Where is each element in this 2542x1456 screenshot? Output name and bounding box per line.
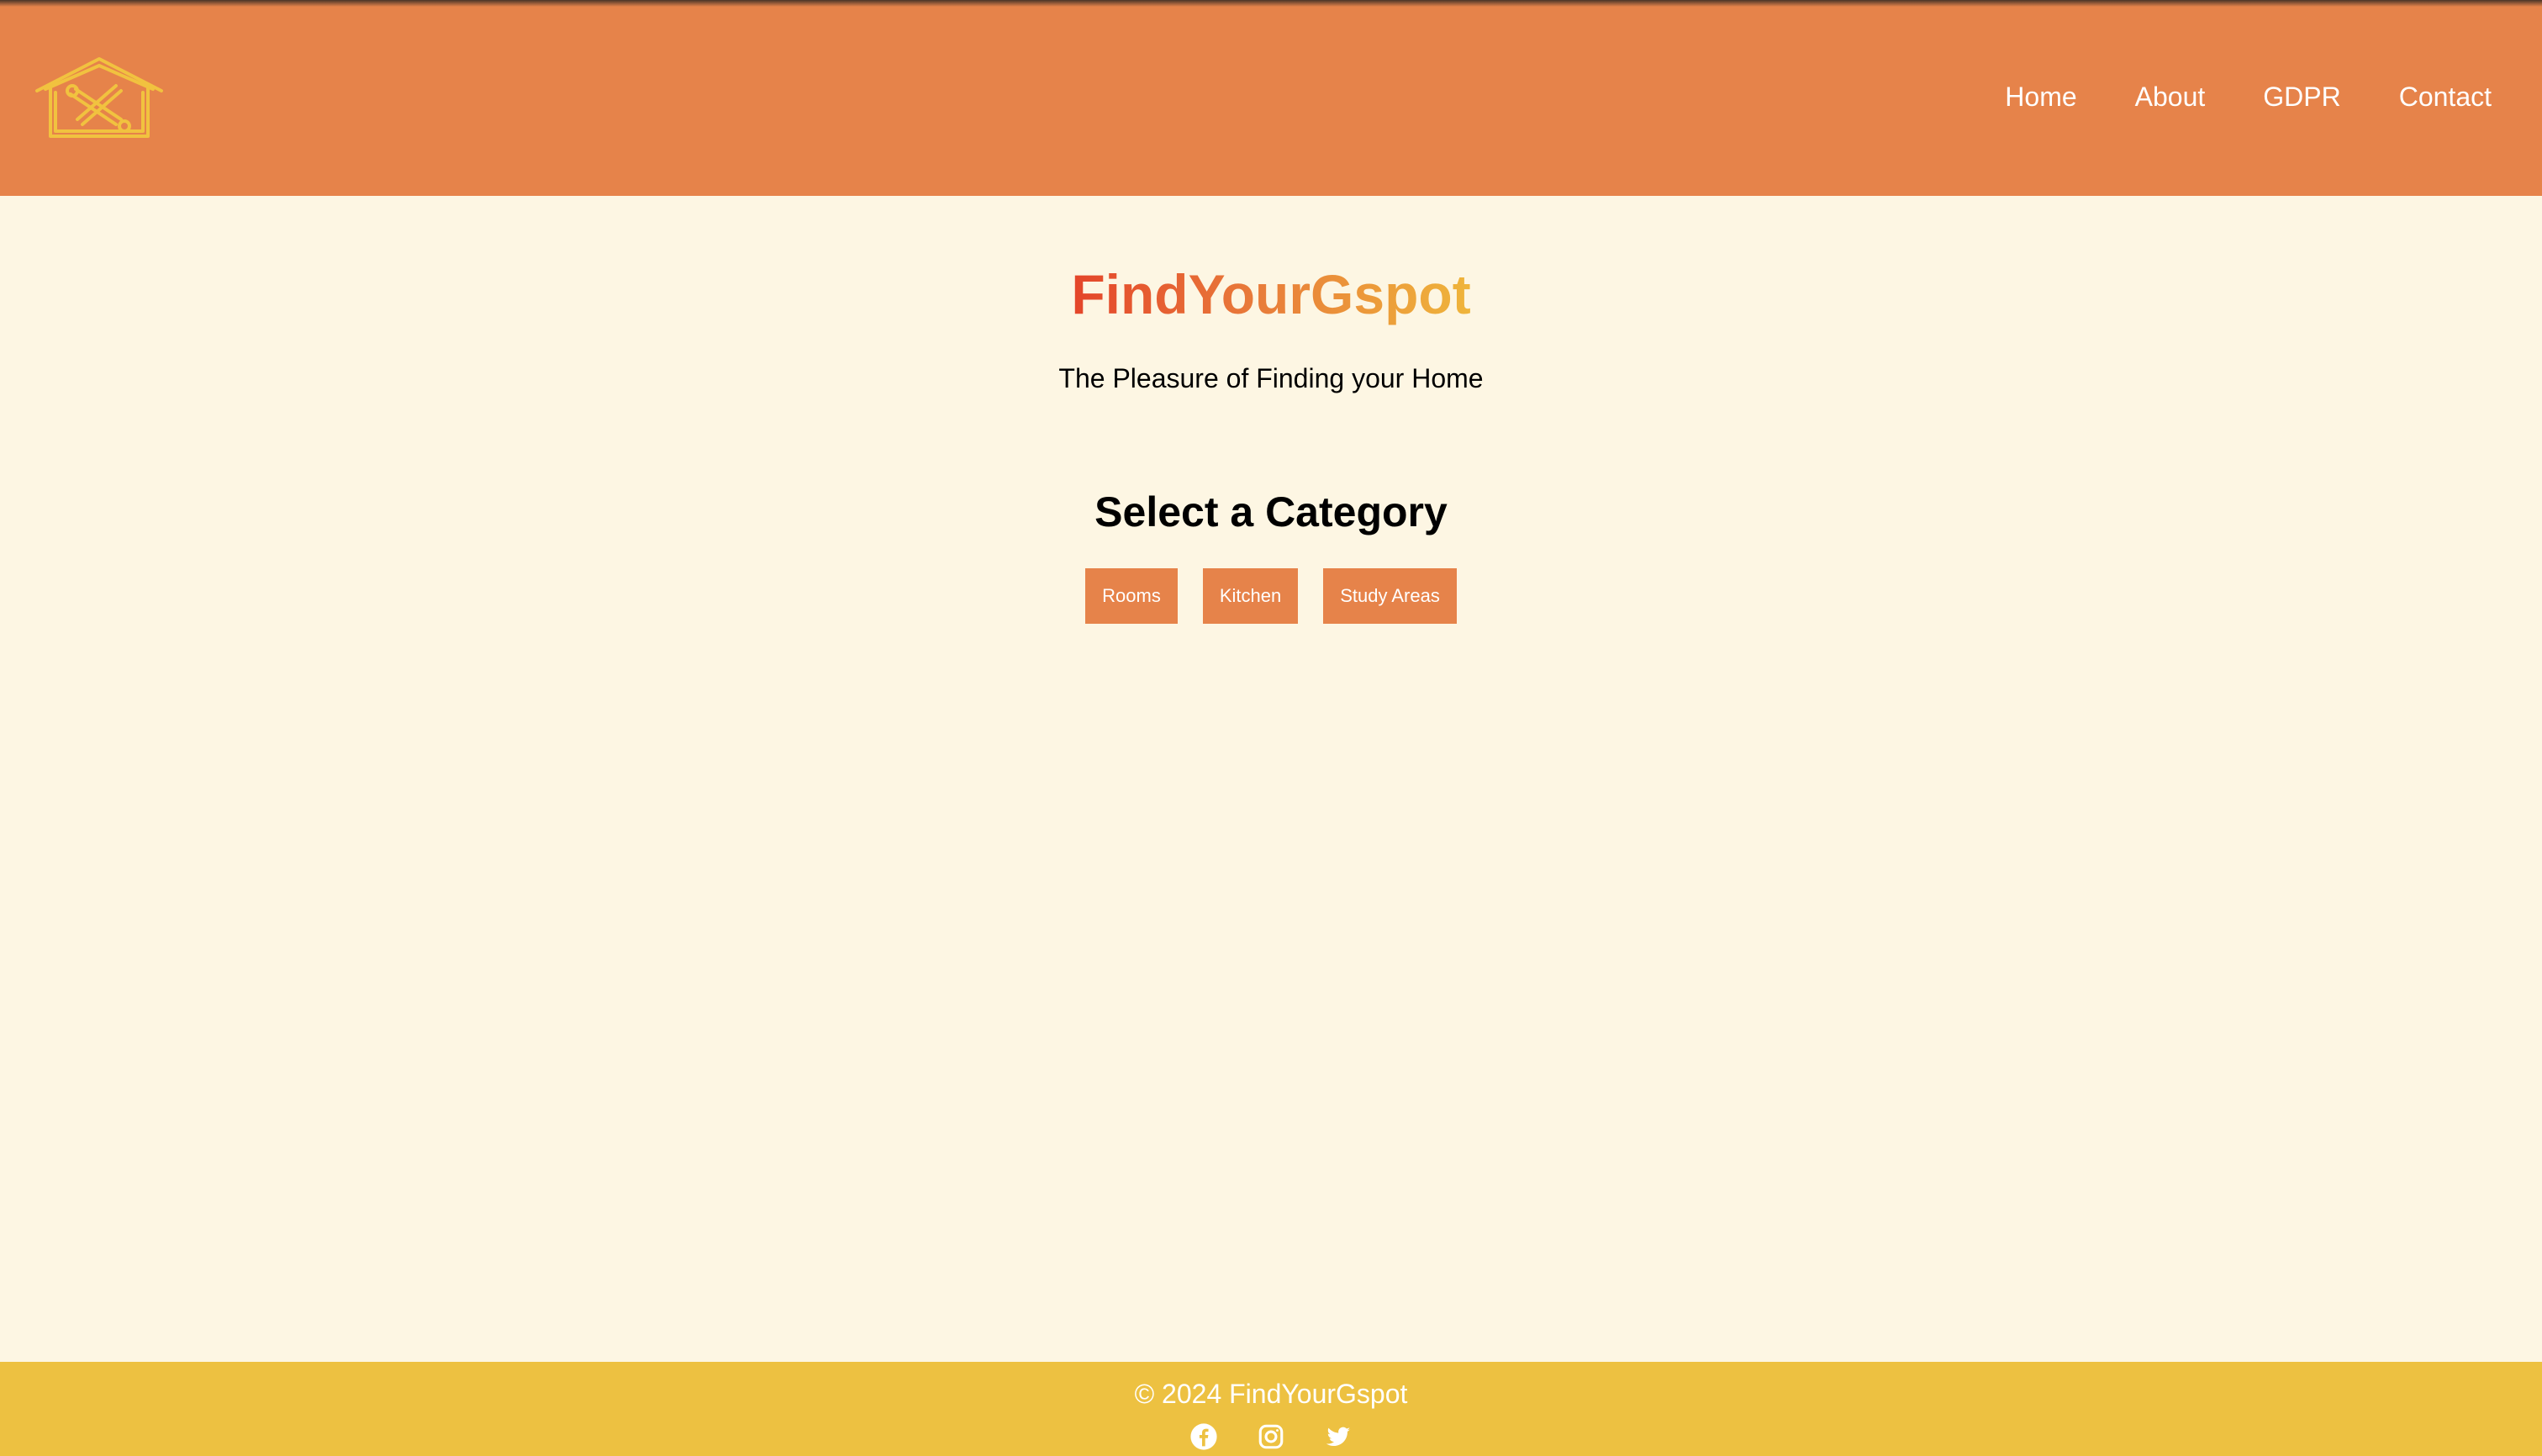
category-button-rooms[interactable]: Rooms — [1085, 568, 1178, 624]
category-heading: Select a Category — [1094, 488, 1448, 535]
copyright-text: © 2024 FindYourGspot — [1134, 1379, 1408, 1409]
nav-link-about[interactable]: About — [2135, 82, 2206, 113]
instagram-icon[interactable] — [1257, 1422, 1285, 1451]
top-navbar: Home About GDPR Contact — [0, 0, 2542, 196]
navbar-top-shadow — [0, 0, 2542, 7]
nav-link-home[interactable]: Home — [2005, 82, 2076, 113]
house-tools-icon[interactable] — [34, 54, 165, 141]
category-button-study-areas[interactable]: Study Areas — [1323, 568, 1457, 624]
facebook-icon[interactable] — [1189, 1422, 1218, 1451]
main-nav: Home About GDPR Contact — [2005, 76, 2492, 118]
nav-link-contact[interactable]: Contact — [2399, 82, 2492, 113]
tagline: The Pleasure of Finding your Home — [1058, 363, 1484, 393]
social-links — [0, 1422, 2542, 1451]
nav-link-gdpr[interactable]: GDPR — [2263, 82, 2340, 113]
brand-title-text: FindYourGspot — [1071, 263, 1471, 325]
category-buttons: Rooms Kitchen Study Areas — [0, 568, 2542, 624]
category-button-kitchen[interactable]: Kitchen — [1202, 568, 1299, 624]
brand-title: FindYourGspot — [0, 261, 2542, 328]
footer: © 2024 FindYourGspot — [0, 1362, 2542, 1456]
twitter-icon[interactable] — [1324, 1422, 1353, 1451]
